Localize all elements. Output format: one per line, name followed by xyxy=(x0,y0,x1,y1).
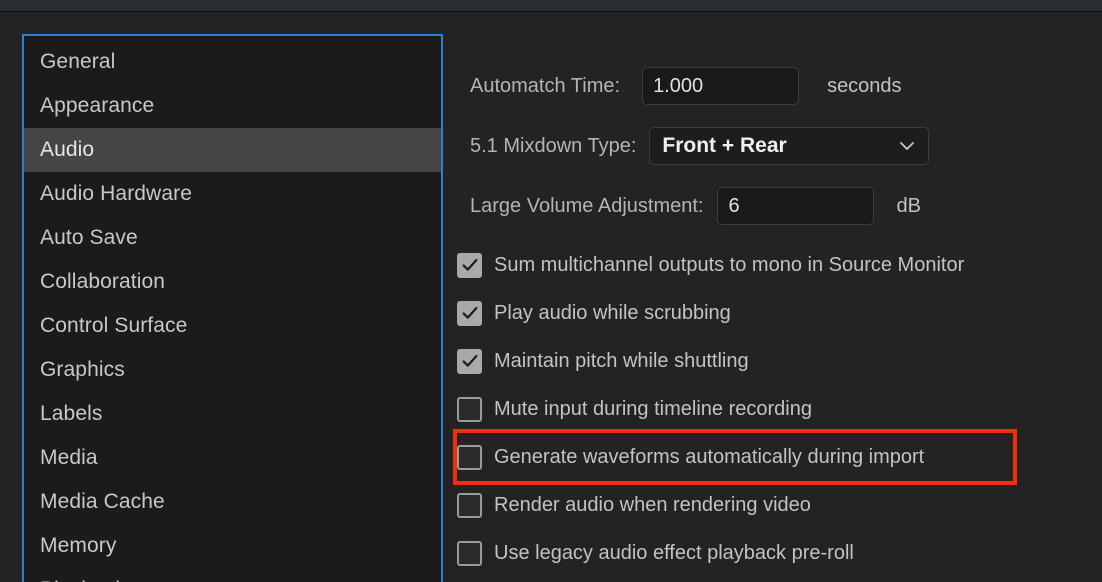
checkbox-unchecked-icon[interactable] xyxy=(457,540,482,566)
checkbox-label: Maintain pitch while shuttling xyxy=(494,349,749,372)
sidebar-item-label: Memory xyxy=(40,534,117,557)
sidebar-item-auto-save[interactable]: Auto Save xyxy=(24,216,441,260)
checkbox-checked-icon[interactable] xyxy=(457,348,482,374)
checkbox-label: Mute input during timeline recording xyxy=(494,397,812,420)
large-volume-adjustment-unit: dB xyxy=(896,194,921,217)
checkbox-row[interactable]: Maintain pitch while shuttling xyxy=(457,337,1097,385)
checkbox-label: Render audio when rendering video xyxy=(494,493,811,516)
sidebar-item-label: Control Surface xyxy=(40,314,188,337)
checkbox-row[interactable]: Generate waveforms automatically during … xyxy=(453,429,1017,485)
sidebar-item-label: Media Cache xyxy=(40,490,165,513)
sidebar-item-audio[interactable]: Audio xyxy=(24,128,441,172)
mixdown-type-label: 5.1 Mixdown Type: xyxy=(470,134,637,157)
audio-preferences-panel: Automatch Time: seconds 5.1 Mixdown Type… xyxy=(443,13,1102,582)
checkbox-row[interactable]: Sum multichannel outputs to mono in Sour… xyxy=(457,241,1097,289)
sidebar-list: General Appearance Audio Audio Hardware Auto… xyxy=(24,36,441,582)
sidebar-item-memory[interactable]: Memory xyxy=(24,524,441,568)
sidebar-item-graphics[interactable]: Graphics xyxy=(24,348,441,392)
preferences-window: General Appearance Audio Audio Hardware Auto… xyxy=(0,0,1102,582)
checkbox-unchecked-icon[interactable] xyxy=(457,492,482,518)
sidebar-item-label: Appearance xyxy=(40,94,155,117)
sidebar-item-audio-hardware[interactable]: Audio Hardware xyxy=(24,172,441,216)
sidebar-item-playback[interactable]: Playback xyxy=(24,568,441,582)
checkbox-label: Generate waveforms automatically during … xyxy=(494,445,925,468)
sidebar-item-label: Collaboration xyxy=(40,270,166,293)
sidebar-item-labels[interactable]: Labels xyxy=(24,392,441,436)
sidebar-item-label: Auto Save xyxy=(40,226,138,249)
large-volume-adjustment-row: Large Volume Adjustment: dB xyxy=(470,187,921,225)
checkbox-row[interactable]: Use legacy audio effect playback pre-rol… xyxy=(457,529,1097,577)
checkbox-row[interactable]: Play audio while scrubbing xyxy=(457,289,1097,337)
chevron-down-icon xyxy=(898,137,916,155)
checkbox-label: Use legacy audio effect playback pre-rol… xyxy=(494,541,854,564)
mixdown-type-select[interactable]: Front + Rear xyxy=(649,127,930,165)
automatch-time-row: Automatch Time: seconds xyxy=(470,67,902,105)
checkbox-unchecked-icon[interactable] xyxy=(457,396,482,422)
automatch-time-label: Automatch Time: xyxy=(470,74,621,97)
automatch-time-input[interactable] xyxy=(642,67,800,105)
window-title-bar xyxy=(0,0,1102,12)
checkbox-unchecked-icon[interactable] xyxy=(457,444,482,470)
sidebar-item-label: Media xyxy=(40,446,98,469)
sidebar-item-label: Audio xyxy=(40,138,95,161)
preferences-category-sidebar[interactable]: General Appearance Audio Audio Hardware Auto… xyxy=(22,34,443,582)
sidebar-item-label: Playback xyxy=(40,578,126,582)
sidebar-item-media[interactable]: Media xyxy=(24,436,441,480)
mixdown-type-value: Front + Rear xyxy=(662,134,787,157)
sidebar-item-label: Graphics xyxy=(40,358,125,381)
mixdown-type-row: 5.1 Mixdown Type: Front + Rear xyxy=(470,127,930,165)
sidebar-item-media-cache[interactable]: Media Cache xyxy=(24,480,441,524)
checkbox-row[interactable]: Mute input during timeline recording xyxy=(457,385,1097,433)
checkbox-label: Sum multichannel outputs to mono in Sour… xyxy=(494,253,965,276)
automatch-time-unit: seconds xyxy=(827,74,902,97)
sidebar-item-label: General xyxy=(40,50,116,73)
sidebar-item-control-surface[interactable]: Control Surface xyxy=(24,304,441,348)
audio-options-checkbox-list: Sum multichannel outputs to mono in Sour… xyxy=(453,241,1097,577)
sidebar-item-collaboration[interactable]: Collaboration xyxy=(24,260,441,304)
sidebar-item-label: Audio Hardware xyxy=(40,182,192,205)
large-volume-adjustment-input[interactable] xyxy=(717,187,875,225)
checkbox-checked-icon[interactable] xyxy=(457,300,482,326)
sidebar-item-label: Labels xyxy=(40,402,103,425)
large-volume-adjustment-label: Large Volume Adjustment: xyxy=(470,194,704,217)
checkbox-checked-icon[interactable] xyxy=(457,252,482,278)
checkbox-row[interactable]: Render audio when rendering video xyxy=(457,481,1097,529)
sidebar-item-appearance[interactable]: Appearance xyxy=(24,84,441,128)
checkbox-label: Play audio while scrubbing xyxy=(494,301,731,324)
sidebar-item-general[interactable]: General xyxy=(24,40,441,84)
